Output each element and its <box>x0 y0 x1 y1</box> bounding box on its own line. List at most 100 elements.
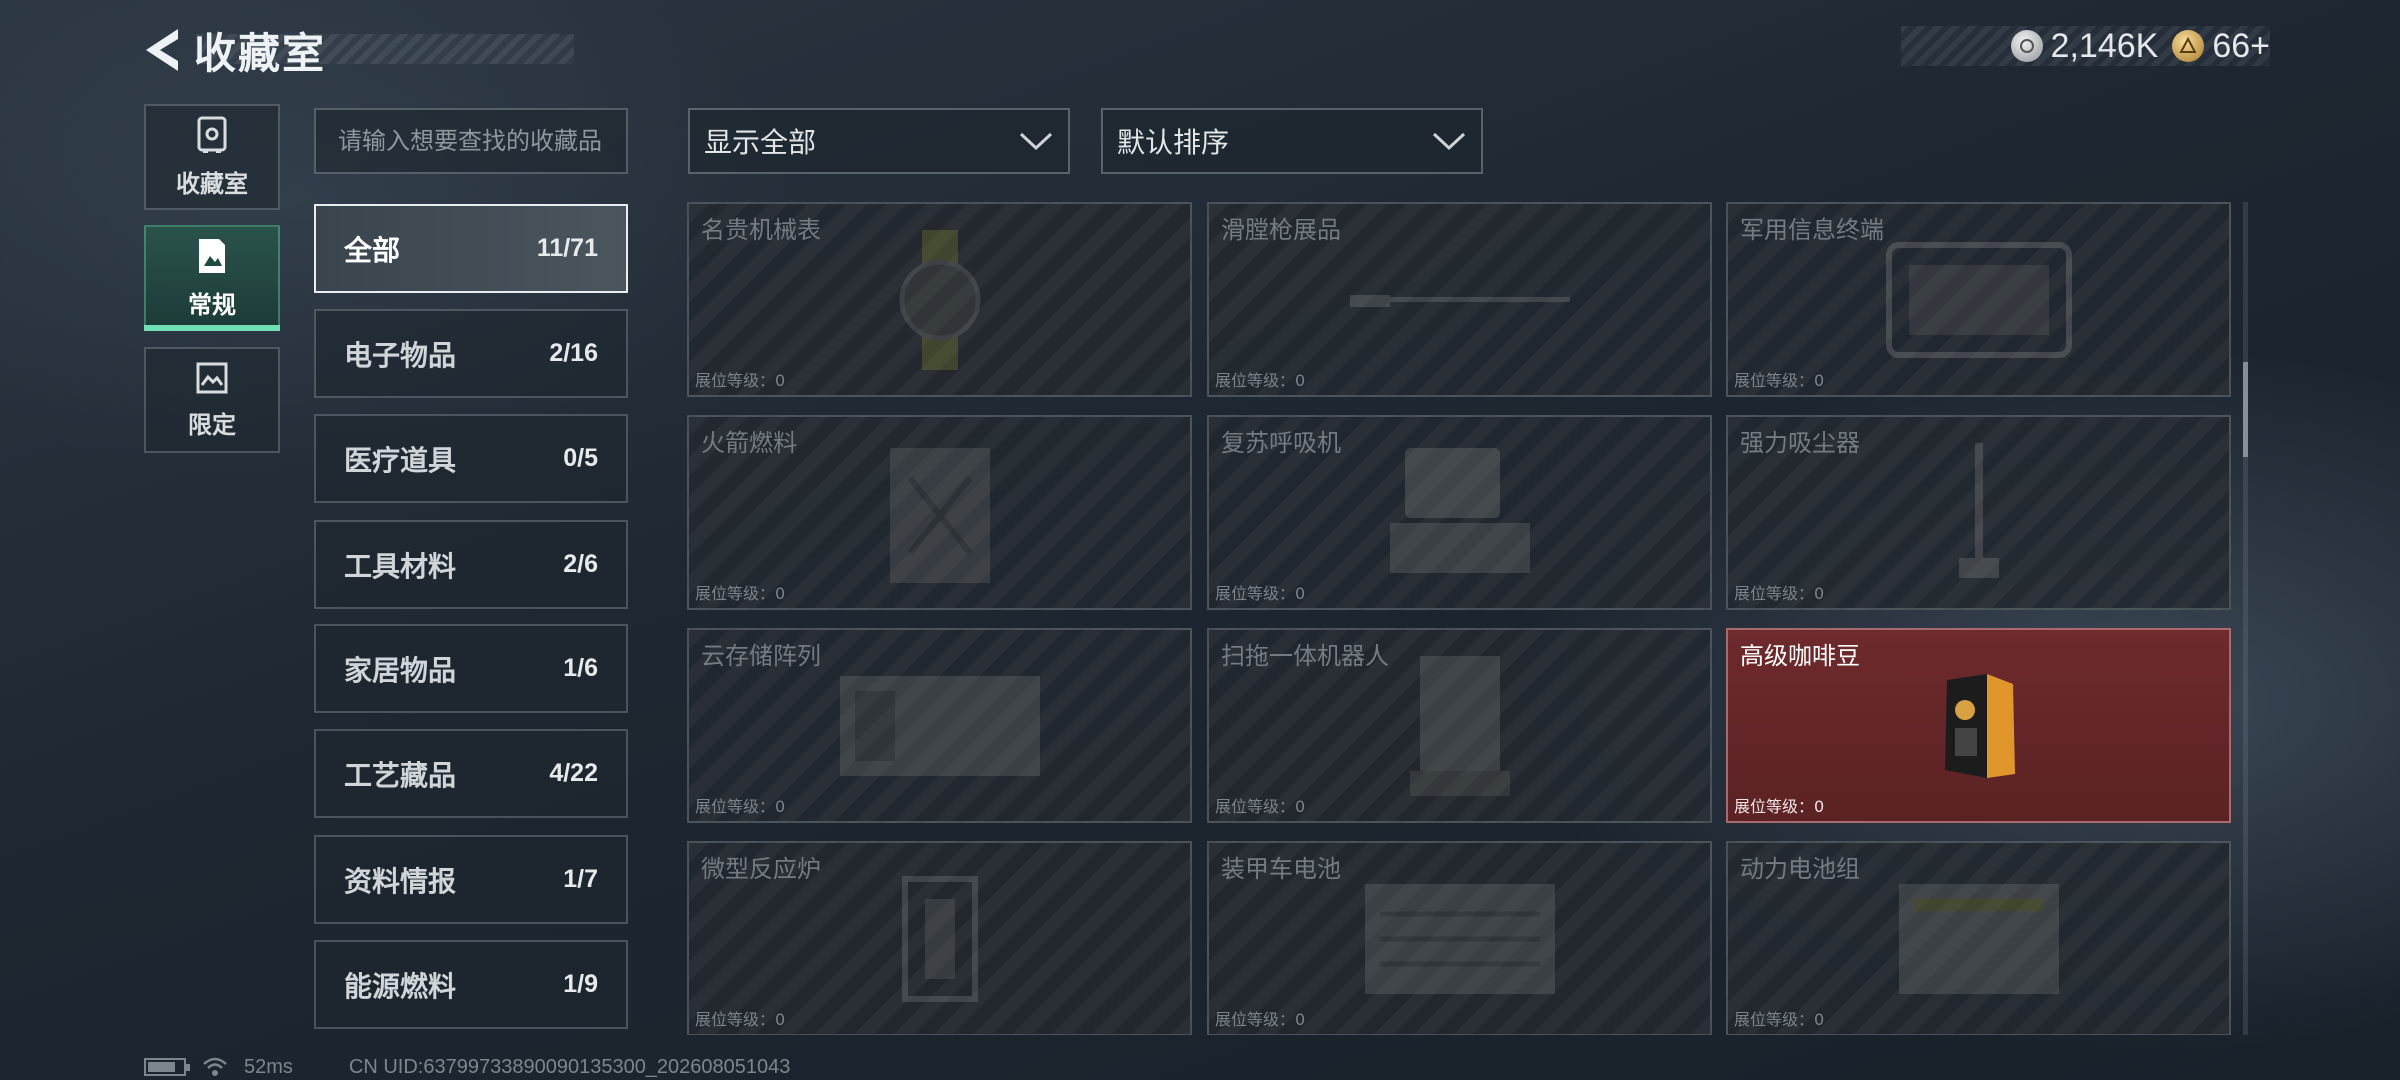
search-box[interactable] <box>314 108 628 174</box>
collectibles-grid: 名贵机械表 展位等级：0 滑膛枪展品 展位等级：0 军用信息终端 展位等级：0 … <box>687 202 2232 1035</box>
sort-dropdown[interactable]: 默认排序 <box>1101 108 1483 174</box>
fuel-canister-icon <box>889 447 990 583</box>
collectible-card[interactable]: 火箭燃料 展位等级：0 <box>687 415 1192 610</box>
category-name: 医疗道具 <box>344 443 457 477</box>
scrollbar-thumb[interactable] <box>2243 362 2248 457</box>
gold-currency-value: 66+ <box>2212 26 2270 65</box>
booth-level: 展位等级：0 <box>695 371 786 390</box>
category-name: 电子物品 <box>344 338 457 372</box>
terminal-case-icon <box>1885 241 2072 358</box>
category-name: 家居物品 <box>344 653 457 687</box>
display-filter-dropdown[interactable]: 显示全部 <box>688 108 1070 174</box>
category-energy[interactable]: 能源燃料 1/9 <box>314 940 628 1029</box>
collectible-name: 军用信息终端 <box>1740 216 1884 244</box>
wifi-icon <box>203 1057 227 1076</box>
side-tab-regular[interactable]: 常规 <box>144 225 280 331</box>
chevron-down-icon <box>1432 132 1466 151</box>
silver-currency-value: 2,146K <box>2050 26 2159 65</box>
silver-currency[interactable]: 2,146K <box>2010 26 2159 66</box>
reactor-icon <box>901 875 978 1002</box>
booth-level: 展位等级：0 <box>1215 797 1306 816</box>
category-count: 2/16 <box>549 339 598 367</box>
collectible-name: 复苏呼吸机 <box>1221 429 1341 457</box>
booth-level: 展位等级：0 <box>1215 1010 1306 1029</box>
category-all[interactable]: 全部 11/71 <box>314 204 628 293</box>
booth-level: 展位等级：0 <box>695 584 786 603</box>
category-count: 1/7 <box>563 865 598 893</box>
category-electronics[interactable]: 电子物品 2/16 <box>314 309 628 398</box>
category-name: 能源燃料 <box>344 969 457 1003</box>
back-arrow-icon <box>146 29 178 71</box>
robot-vacuum-icon <box>1409 655 1510 796</box>
booth-level: 展位等级：0 <box>1734 371 1825 390</box>
collectible-card[interactable]: 高级咖啡豆 展位等级：0 <box>1726 628 2231 823</box>
collectible-name: 动力电池组 <box>1740 855 1860 883</box>
collectible-name: 云存储阵列 <box>701 642 821 670</box>
collectible-name: 高级咖啡豆 <box>1740 642 1860 670</box>
collectible-card[interactable]: 军用信息终端 展位等级：0 <box>1726 202 2231 397</box>
back-button[interactable] <box>140 22 184 78</box>
collectible-card[interactable]: 动力电池组 展位等级：0 <box>1726 841 2231 1035</box>
side-tab-label: 常规 <box>188 290 236 319</box>
category-tools[interactable]: 工具材料 2/6 <box>314 520 628 609</box>
booth-level: 展位等级：0 <box>695 797 786 816</box>
category-name: 工艺藏品 <box>344 758 457 792</box>
side-tab-label: 收藏室 <box>176 169 248 198</box>
collectible-name: 火箭燃料 <box>701 429 797 457</box>
category-crafts[interactable]: 工艺藏品 4/22 <box>314 729 628 818</box>
category-count: 4/22 <box>549 759 598 787</box>
photo-card-icon <box>199 238 225 273</box>
category-count: 2/6 <box>563 550 598 578</box>
side-tab-label: 限定 <box>188 410 236 439</box>
category-count: 0/5 <box>563 444 598 472</box>
category-count: 1/6 <box>563 654 598 682</box>
booth-level: 展位等级：0 <box>1734 1010 1825 1029</box>
category-count: 1/9 <box>563 970 598 998</box>
grid-scrollbar[interactable] <box>2243 202 2248 1035</box>
collectible-card[interactable]: 装甲车电池 展位等级：0 <box>1207 841 1712 1035</box>
category-household[interactable]: 家居物品 1/6 <box>314 624 628 713</box>
collectible-name: 强力吸尘器 <box>1740 429 1860 457</box>
search-input[interactable] <box>338 127 604 155</box>
collectible-card[interactable]: 云存储阵列 展位等级：0 <box>687 628 1192 823</box>
booth-level: 展位等级：0 <box>1215 584 1306 603</box>
landscape-card-icon <box>196 362 228 393</box>
collectible-card[interactable]: 名贵机械表 展位等级：0 <box>687 202 1192 397</box>
collectible-name: 微型反应炉 <box>701 855 821 883</box>
display-filter-value: 显示全部 <box>704 126 817 159</box>
battery-icon <box>144 1058 190 1076</box>
ping-value: 52ms <box>244 1055 293 1078</box>
category-name: 全部 <box>344 233 401 267</box>
side-tab-collection-room[interactable]: 收藏室 <box>144 104 280 210</box>
booth-level: 展位等级：0 <box>1215 371 1306 390</box>
collectible-card[interactable]: 滑膛枪展品 展位等级：0 <box>1207 202 1712 397</box>
category-name: 资料情报 <box>344 864 457 898</box>
collectible-name: 装甲车电池 <box>1221 855 1341 883</box>
category-medical[interactable]: 医疗道具 0/5 <box>314 414 628 503</box>
storage-array-icon <box>839 675 1040 776</box>
power-cell-icon <box>1898 883 2059 994</box>
collectible-name: 名贵机械表 <box>701 216 821 244</box>
category-intel[interactable]: 资料情报 1/7 <box>314 835 628 924</box>
collectible-card[interactable]: 微型反应炉 展位等级：0 <box>687 841 1192 1035</box>
user-uid: CN UID:637997338900901353​00_20260805104… <box>348 1055 791 1078</box>
watch-icon <box>899 229 980 370</box>
vacuum-icon <box>1958 442 1999 578</box>
coffee-bag-icon <box>1944 673 2015 778</box>
chevron-down-icon <box>1019 132 1053 151</box>
category-count: 11/71 <box>536 234 598 262</box>
side-tab-limited[interactable]: 限定 <box>144 347 280 453</box>
currency-bar: 2,146K 66+ <box>1900 26 2270 66</box>
collectible-card[interactable]: 强力吸尘器 展位等级：0 <box>1726 415 2231 610</box>
active-tab-indicator <box>144 325 280 331</box>
collectible-card[interactable]: 复苏呼吸机 展位等级：0 <box>1207 415 1712 610</box>
page-title: 收藏室 <box>194 28 327 78</box>
status-bar: 52ms CN UID:637997338900901353​00_202608… <box>144 1055 790 1079</box>
battery-pack-icon <box>1364 883 1555 994</box>
category-name: 工具材料 <box>344 549 457 583</box>
gold-currency[interactable]: 66+ <box>2172 27 2270 66</box>
booth-level: 展位等级：0 <box>1734 797 1825 816</box>
booth-level: 展位等级：0 <box>695 1010 786 1029</box>
safe-icon <box>197 116 227 153</box>
collectible-card[interactable]: 扫拖一体机器人 展位等级：0 <box>1207 628 1712 823</box>
